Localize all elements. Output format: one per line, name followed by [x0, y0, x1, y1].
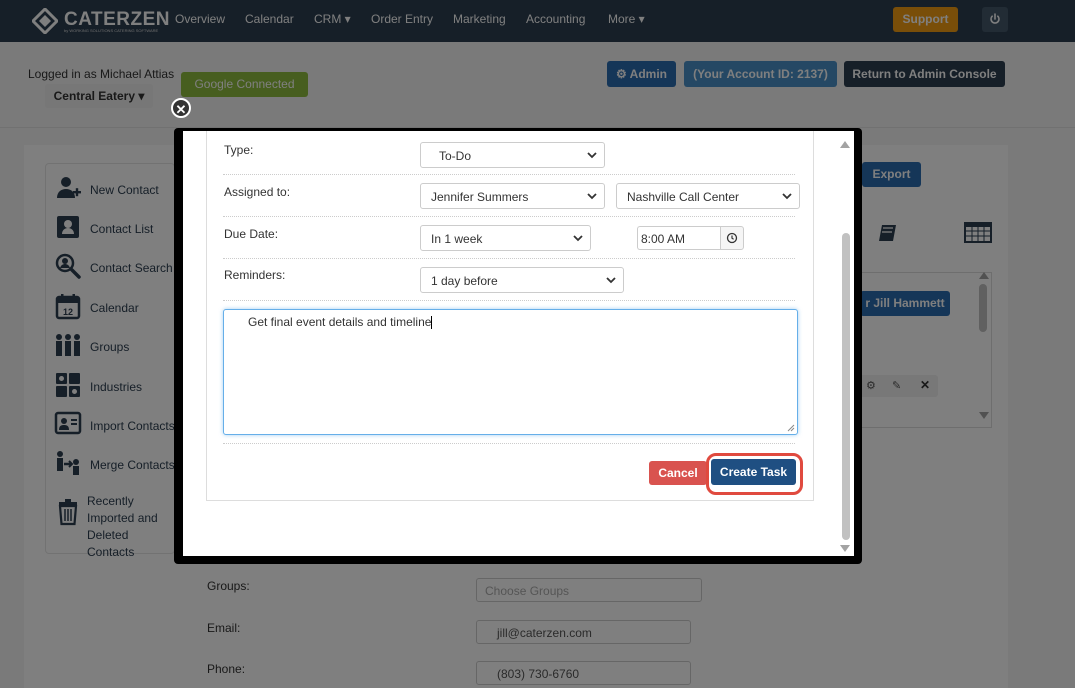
- resize-handle-icon[interactable]: [787, 424, 795, 432]
- type-label: Type:: [224, 143, 254, 157]
- text-cursor: [431, 316, 433, 330]
- assigned-user-value: Jennifer Summers: [431, 190, 529, 204]
- task-notes-text: Get final event details and timeline: [248, 315, 432, 329]
- due-date-select[interactable]: In 1 week: [420, 225, 591, 251]
- chevron-down-icon: [587, 193, 597, 200]
- type-select[interactable]: To-Do: [420, 142, 605, 168]
- reminders-label: Reminders:: [224, 268, 286, 282]
- assigned-to-label: Assigned to:: [224, 185, 291, 199]
- due-date-label: Due Date:: [224, 227, 279, 241]
- reminders-select[interactable]: 1 day before: [420, 267, 624, 293]
- modal-scroll-thumb[interactable]: [842, 233, 850, 540]
- modal-scroll-down-arrow[interactable]: [840, 545, 850, 552]
- chevron-down-icon: [606, 277, 616, 284]
- cancel-button[interactable]: Cancel: [649, 461, 707, 485]
- modal-close-button[interactable]: ✕: [171, 98, 191, 118]
- task-notes-textarea[interactable]: Get final event details and timeline: [223, 309, 798, 435]
- create-task-button[interactable]: Create Task: [711, 459, 796, 485]
- chevron-down-icon: [573, 235, 583, 242]
- chevron-down-icon: [587, 152, 597, 159]
- assigned-location-select[interactable]: Nashville Call Center: [616, 183, 800, 209]
- divider: [223, 300, 795, 301]
- type-value: To-Do: [439, 149, 472, 163]
- chevron-down-icon: [782, 193, 792, 200]
- reminders-value: 1 day before: [431, 274, 498, 288]
- clock-icon: [726, 232, 738, 244]
- divider: [223, 443, 795, 444]
- due-time-input[interactable]: 8:00 AM: [637, 226, 721, 250]
- divider: [223, 216, 795, 217]
- divider: [223, 174, 795, 175]
- assigned-user-select[interactable]: Jennifer Summers: [420, 183, 605, 209]
- assigned-location-value: Nashville Call Center: [627, 190, 740, 204]
- divider: [223, 258, 795, 259]
- due-date-value: In 1 week: [431, 232, 483, 246]
- modal-scroll-up-arrow[interactable]: [840, 141, 850, 148]
- time-picker-button[interactable]: [720, 226, 744, 250]
